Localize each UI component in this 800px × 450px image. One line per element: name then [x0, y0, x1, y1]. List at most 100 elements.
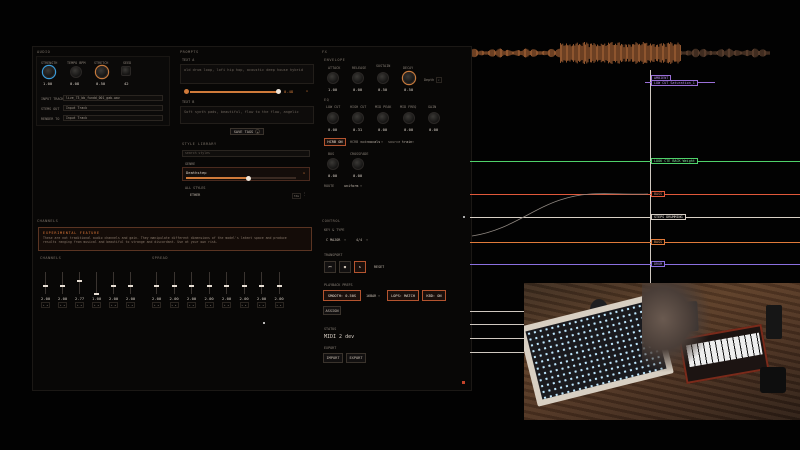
- spread-fader-cap[interactable]: [154, 285, 159, 288]
- tag-bass-orange[interactable]: BASS: [651, 239, 666, 245]
- gain-knob[interactable]: [428, 112, 440, 124]
- spread-fader-chip[interactable]: ▸ ▴: [239, 302, 249, 308]
- import-button[interactable]: IMPORT: [323, 353, 343, 363]
- type-select[interactable]: 4/4: [356, 238, 362, 242]
- channel-fader-cap[interactable]: [60, 285, 65, 288]
- channel-fader-cap[interactable]: [77, 279, 82, 282]
- spread-fader-chip[interactable]: ▸ ▴: [222, 302, 232, 308]
- style-search-input[interactable]: search styles: [182, 150, 310, 157]
- length-chevron-icon[interactable]: ▾: [378, 294, 380, 298]
- spread-fader-track[interactable]: [278, 272, 280, 294]
- lane-drum[interactable]: [470, 264, 800, 265]
- spread-fader-track[interactable]: [191, 272, 192, 294]
- spread-fader-cap[interactable]: [259, 285, 264, 288]
- type-chevron-icon[interactable]: ▾: [366, 238, 368, 242]
- prompt-b-input[interactable]: Soft synth pads, beautiful, flow to the …: [180, 106, 314, 124]
- channel-fader-chip[interactable]: ▸ ▴: [92, 302, 102, 308]
- channel-fader-chip[interactable]: ▸ ▴: [41, 302, 51, 308]
- lane-bass-orange[interactable]: [470, 242, 800, 243]
- tag-drum[interactable]: DRUM: [651, 261, 666, 267]
- channel-fader-track[interactable]: [45, 272, 46, 294]
- hcrb-mode-select[interactable]: vocals: [368, 140, 380, 144]
- channel-fader-chip[interactable]: ▸ ▴: [75, 302, 85, 308]
- channel-fader-track[interactable]: [130, 272, 131, 294]
- route-select[interactable]: uniform: [344, 184, 358, 188]
- spread-fader-chip[interactable]: ▸ ▴: [187, 302, 197, 308]
- input-track-field[interactable]: live_73_bb_fundd_001_gab.wav: [63, 95, 163, 101]
- mid-peak-knob[interactable]: [377, 112, 389, 124]
- spread-fader-cap[interactable]: [224, 285, 229, 288]
- stretch-knob[interactable]: [96, 66, 108, 78]
- channel-fader-chip[interactable]: ▸ ▴: [58, 302, 68, 308]
- spread-fader-chip[interactable]: ▸ ▴: [169, 302, 179, 308]
- tag-bass-red[interactable]: BASS: [651, 191, 666, 197]
- spread-fader-chip[interactable]: ▸ ▴: [204, 302, 214, 308]
- tag-low-cut[interactable]: LOW CUT Saturation_1: [651, 80, 698, 86]
- strength-knob[interactable]: [43, 66, 55, 78]
- lane-ext-4[interactable]: [470, 352, 525, 353]
- release-knob[interactable]: [352, 72, 364, 84]
- spread-fader-track[interactable]: [208, 272, 210, 294]
- spread-fader-cap[interactable]: [276, 285, 282, 288]
- channel-fader-track[interactable]: [113, 272, 114, 294]
- spread-fader-track[interactable]: [261, 272, 262, 294]
- high-cut-knob[interactable]: [352, 112, 364, 124]
- attack-knob[interactable]: [327, 72, 339, 84]
- prompt-a-input[interactable]: old drum loop, lofi hip hop, acoustic de…: [180, 64, 314, 84]
- spread-fader-chip[interactable]: ▸ ▴: [257, 302, 267, 308]
- spread-fader-track[interactable]: [173, 272, 175, 294]
- length-select[interactable]: 16BAR: [366, 294, 376, 298]
- playhead-line[interactable]: [650, 70, 651, 285]
- waveform[interactable]: [470, 42, 770, 64]
- rewind-button[interactable]: ⏮: [324, 261, 336, 273]
- loop-button[interactable]: ↻: [354, 261, 366, 273]
- source-select[interactable]: train: [402, 140, 412, 144]
- assign-button[interactable]: ASSIGN: [323, 306, 341, 315]
- lane-ext-1[interactable]: [470, 311, 525, 312]
- prompt-slider-left-handle[interactable]: [184, 89, 189, 94]
- low-cut-knob[interactable]: [327, 112, 339, 124]
- kbd-toggle-button[interactable]: KBD: ON: [422, 290, 446, 301]
- style-list-more-icon[interactable]: ⋮: [303, 192, 306, 196]
- mid-freq-knob[interactable]: [403, 112, 415, 124]
- channel-fader-cap[interactable]: [94, 292, 99, 295]
- channel-fader-track[interactable]: [79, 272, 80, 294]
- reset-link[interactable]: RESET: [374, 265, 384, 269]
- sustain-knob[interactable]: [377, 72, 389, 84]
- automation-curve[interactable]: [470, 190, 650, 240]
- tag-steps[interactable]: STEPS DRUMMING: [651, 214, 686, 220]
- tag-look-back[interactable]: LOOK CTE BACK Weight: [651, 158, 698, 164]
- style-weight-handle[interactable]: [246, 175, 251, 181]
- export-button[interactable]: EXPORT: [346, 353, 366, 363]
- prompt-blend-close-icon[interactable]: ✕: [306, 89, 308, 93]
- seed-knob[interactable]: [121, 66, 131, 76]
- hcrb-mode-chevron-icon[interactable]: ▾: [381, 140, 383, 144]
- spread-fader-track[interactable]: [156, 272, 157, 294]
- hcrb-toggle-button[interactable]: HCRB ON: [324, 138, 346, 146]
- tempo-knob[interactable]: [70, 66, 82, 78]
- channel-fader-chip[interactable]: ▸ ▴: [126, 302, 136, 308]
- spread-fader-cap[interactable]: [189, 285, 194, 288]
- panel-collapse-icon[interactable]: [463, 216, 465, 218]
- spread-fader-cap[interactable]: [241, 285, 247, 288]
- prompt-blend-handle[interactable]: [276, 89, 281, 94]
- spread-fader-track[interactable]: [226, 272, 227, 294]
- channel-fader-cap[interactable]: [43, 285, 48, 288]
- channel-fader-cap[interactable]: [111, 285, 116, 288]
- loops-match-button[interactable]: LOPS: MATCH: [387, 290, 419, 301]
- crossfade-knob[interactable]: [352, 158, 364, 170]
- decay-knob[interactable]: [403, 72, 415, 84]
- lane-green[interactable]: [470, 161, 800, 162]
- bus-knob[interactable]: [327, 158, 339, 170]
- fx-group1-select-chevron-icon[interactable]: ▾: [436, 77, 442, 83]
- lane-ext-2[interactable]: [470, 324, 525, 325]
- spread-fader-cap[interactable]: [206, 285, 212, 288]
- style-list-item[interactable]: ETHER: [190, 193, 200, 197]
- channel-fader-track[interactable]: [96, 272, 97, 294]
- source-chevron-icon[interactable]: ▾: [412, 140, 414, 144]
- lane-ext-3[interactable]: [470, 338, 525, 339]
- fx-group1-select[interactable]: Depth: [424, 78, 434, 82]
- channel-fader-track[interactable]: [62, 272, 63, 294]
- spread-fader-cap[interactable]: [171, 285, 177, 288]
- smooth-button[interactable]: SMOOTH: 0.50S: [323, 290, 361, 301]
